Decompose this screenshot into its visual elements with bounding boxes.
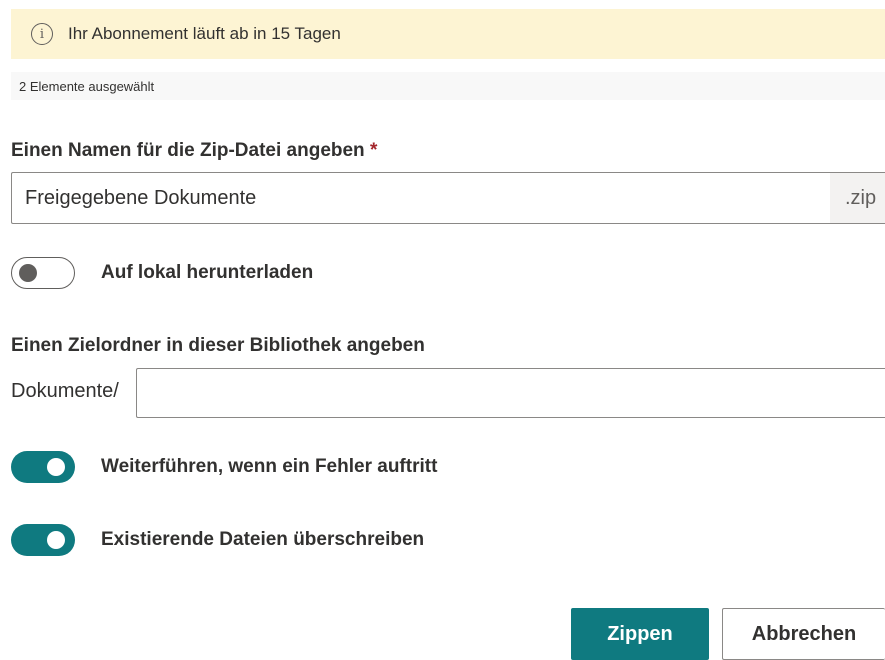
- zip-name-label-text: Einen Namen für die Zip-Datei angeben: [11, 140, 365, 161]
- overwrite-label: Existierende Dateien überschreiben: [101, 529, 425, 550]
- toggle-knob: [47, 458, 65, 476]
- zip-name-input[interactable]: [12, 173, 830, 223]
- zip-button[interactable]: Zippen: [571, 608, 709, 660]
- subscription-notice: i Ihr Abonnement läuft ab in 15 Tagen: [11, 9, 885, 59]
- target-folder-input[interactable]: [136, 368, 885, 418]
- overwrite-toggle[interactable]: [11, 524, 75, 556]
- download-local-label: Auf lokal herunterladen: [101, 262, 314, 283]
- continue-on-error-label: Weiterführen, wenn ein Fehler auftritt: [101, 456, 438, 477]
- zip-name-field: .zip: [11, 172, 885, 224]
- target-folder-label: Einen Zielordner in dieser Bibliothek an…: [11, 335, 425, 356]
- cancel-button[interactable]: Abbrechen: [722, 608, 885, 660]
- toggle-knob: [19, 264, 37, 282]
- selection-status: 2 Elemente ausgewählt: [11, 72, 885, 100]
- notice-text: Ihr Abonnement läuft ab in 15 Tagen: [68, 24, 341, 43]
- toggle-knob: [47, 531, 65, 549]
- folder-prefix: Dokumente/: [11, 380, 119, 402]
- info-icon: i: [31, 23, 53, 45]
- download-local-toggle[interactable]: [11, 257, 75, 289]
- zip-name-label: Einen Namen für die Zip-Datei angeben *: [11, 140, 377, 162]
- continue-on-error-toggle[interactable]: [11, 451, 75, 483]
- required-marker: *: [369, 140, 378, 161]
- selection-count-text: 2 Elemente ausgewählt: [19, 78, 155, 94]
- zip-suffix: .zip: [830, 173, 885, 223]
